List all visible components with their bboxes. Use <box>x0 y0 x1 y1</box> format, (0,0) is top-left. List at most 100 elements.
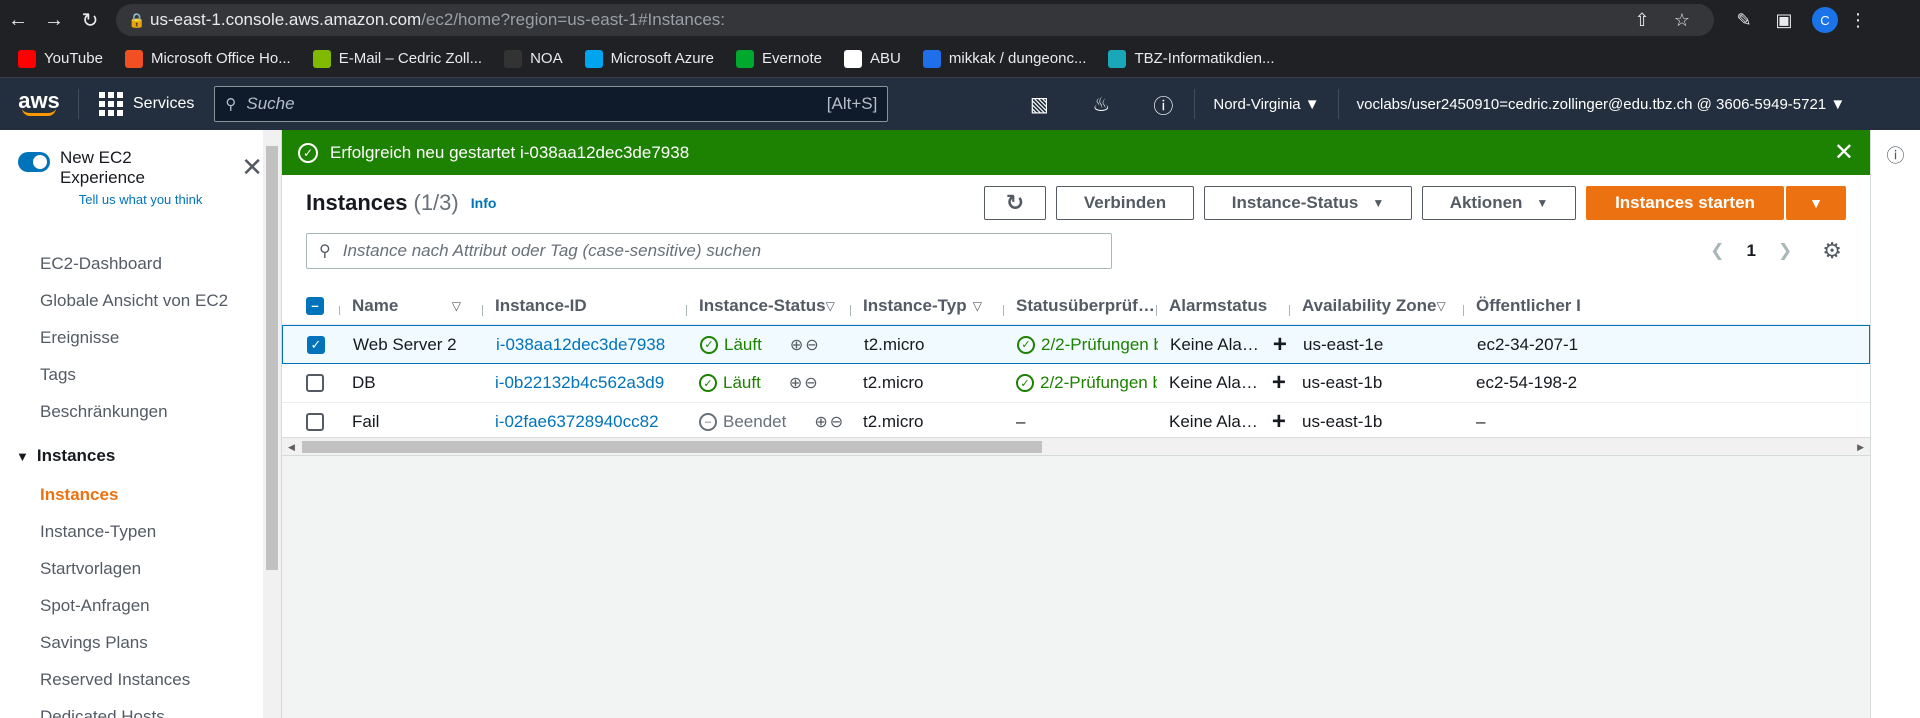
add-alarm-icon[interactable]: + <box>1272 408 1286 436</box>
zoom-icon[interactable]: ⊕⊖ <box>789 373 820 393</box>
row-checkbox[interactable] <box>306 374 324 392</box>
scrollbar-thumb[interactable] <box>266 146 278 570</box>
search-input[interactable]: ⚲ Suche [Alt+S] <box>214 86 889 122</box>
launch-instances-button[interactable]: Instances starten <box>1586 186 1784 220</box>
aws-logo[interactable]: aws <box>0 90 78 116</box>
filter-input[interactable]: ⚲ Instance nach Attribut oder Tag (case-… <box>306 233 1112 269</box>
sidebar-item[interactable]: Instance-Typen <box>0 513 281 550</box>
bookmarks-bar: YouTube Microsoft Office Ho... E-Mail – Ce… <box>0 40 1920 78</box>
instance-id-link[interactable]: i-0b22132b4c562a3d9 <box>495 373 664 393</box>
back-icon[interactable]: ← <box>0 2 36 38</box>
sidebar-scrollbar[interactable] <box>263 130 281 718</box>
sort-icon[interactable]: ▽ <box>452 299 461 313</box>
reload-icon[interactable]: ↻ <box>72 2 108 38</box>
region-selector[interactable]: Nord-Virginia ▼ <box>1195 96 1337 113</box>
help-icon[interactable]: ⓘ <box>1132 90 1194 119</box>
bookmark-favicon-icon <box>584 49 603 68</box>
check-circle-icon: ✓ <box>1017 335 1035 354</box>
sidebar-item[interactable]: Startvorlagen <box>0 550 281 587</box>
add-alarm-icon[interactable]: + <box>1273 331 1287 359</box>
launch-dropdown-button[interactable]: ▼ <box>1786 186 1846 220</box>
account-menu[interactable]: voclabs/user2450910=cedric.zollinger@edu… <box>1339 96 1864 113</box>
search-placeholder: Suche <box>246 94 295 113</box>
notifications-icon[interactable]: ♨ <box>1070 92 1132 117</box>
sidebar-item[interactable]: Savings Plans <box>0 624 281 661</box>
bookmark-item[interactable]: TBZ-Informatikdien... <box>1108 49 1275 68</box>
share-icon[interactable]: ⇧ <box>1622 10 1662 31</box>
sidebar-item[interactable]: Beschränkungen <box>0 393 281 430</box>
column-header[interactable]: Name ▽ <box>340 296 483 316</box>
page-number[interactable]: 1 <box>1747 241 1756 261</box>
cloudshell-icon[interactable]: ▧ <box>1008 92 1070 117</box>
table-row[interactable]: DB i-0b22132b4c562a3d9 ✓ Läuft ⊕⊖ t2.micro ✓ 2/… <box>282 364 1870 403</box>
info-icon[interactable]: ⓘ <box>1887 142 1905 718</box>
caret-down-icon: ▼ <box>1372 196 1385 210</box>
next-page-icon[interactable]: ❯ <box>1778 241 1792 261</box>
sidebar-item[interactable]: Reserved Instances <box>0 661 281 698</box>
bookmark-item[interactable]: ABU <box>844 49 901 68</box>
new-experience-toggle[interactable] <box>18 152 50 172</box>
status-check: ✓ 2/2-Prüfungen be <box>1017 335 1158 355</box>
grid-icon <box>99 92 123 116</box>
sidepanel-icon[interactable]: ▣ <box>1764 10 1804 31</box>
instance-id-link[interactable]: i-038aa12dec3de7938 <box>496 335 665 355</box>
bookmark-item[interactable]: Evernote <box>735 49 822 68</box>
sidebar-item[interactable]: Instances <box>0 476 281 513</box>
instance-id-link[interactable]: i-02fae63728940cc82 <box>495 412 659 432</box>
bookmark-item[interactable]: NOA <box>504 49 563 68</box>
menu-icon[interactable]: ⋮ <box>1838 10 1878 31</box>
star-icon[interactable]: ☆ <box>1662 10 1702 31</box>
dismiss-icon[interactable]: ✕ <box>1834 138 1854 167</box>
column-header[interactable]: Statusüberprüf… <box>1004 296 1157 316</box>
close-icon[interactable]: ✕ <box>241 154 263 207</box>
sidebar-item[interactable]: Globale Ansicht von EC2 <box>0 282 281 319</box>
column-header[interactable]: Instance-Typ ▽ <box>851 296 1004 316</box>
sidebar-item[interactable]: Dedicated Hosts <box>0 698 281 718</box>
zoom-icon[interactable]: ⊕⊖ <box>814 412 845 432</box>
connect-button[interactable]: Verbinden <box>1056 186 1194 220</box>
add-alarm-icon[interactable]: + <box>1272 369 1286 397</box>
column-header[interactable]: Öffentlicher I <box>1464 296 1664 316</box>
sidebar-item[interactable]: Tags <box>0 356 281 393</box>
bookmark-item[interactable]: Microsoft Azure <box>584 49 714 68</box>
column-header[interactable]: Alarmstatus <box>1157 296 1290 316</box>
profile-avatar[interactable]: C <box>1812 7 1838 33</box>
sort-icon[interactable]: ▽ <box>826 299 835 313</box>
scroll-left-icon[interactable]: ◀ <box>288 442 295 453</box>
sidebar-item[interactable]: Spot-Anfragen <box>0 587 281 624</box>
address-bar[interactable]: 🔒 us-east-1.console.aws.amazon.com/ec2/h… <box>116 4 1714 36</box>
zoom-icon[interactable]: ⊕⊖ <box>790 335 821 355</box>
sort-icon[interactable]: ▽ <box>1436 299 1445 313</box>
sidebar-section-instances[interactable]: ▼ Instances <box>0 430 281 476</box>
sort-icon[interactable]: ▽ <box>973 299 982 313</box>
previous-page-icon[interactable]: ❮ <box>1710 241 1724 261</box>
instance-status-dropdown[interactable]: Instance-Status ▼ <box>1204 186 1412 220</box>
table-row[interactable]: ✓ Web Server 2 i-038aa12dec3de7938 ✓ Läuft ⊕⊖… <box>282 325 1870 364</box>
bookmark-label: NOA <box>530 50 563 67</box>
column-header[interactable]: Instance-ID <box>483 296 687 316</box>
column-header[interactable]: Instance-Status ▽ <box>687 296 851 316</box>
row-checkbox[interactable]: ✓ <box>307 335 325 354</box>
bookmark-label: YouTube <box>44 50 103 67</box>
horizontal-scrollbar[interactable]: ◀ ▶ <box>282 437 1870 455</box>
bookmark-item[interactable]: mikkak / dungeonc... <box>922 49 1086 68</box>
refresh-button[interactable]: ↻ <box>984 186 1046 220</box>
column-header[interactable]: Availability Zone ▽ <box>1290 296 1464 316</box>
bookmark-item[interactable]: YouTube <box>18 49 103 68</box>
bookmark-item[interactable]: Microsoft Office Ho... <box>124 49 291 68</box>
forward-icon[interactable]: → <box>36 2 72 38</box>
select-all-checkbox[interactable]: – <box>306 296 324 315</box>
scrollbar-thumb[interactable] <box>302 441 1042 453</box>
row-checkbox[interactable] <box>306 413 324 431</box>
services-menu[interactable]: Services <box>79 92 214 116</box>
info-link[interactable]: Info <box>471 195 497 211</box>
gear-icon[interactable]: ⚙ <box>1822 238 1842 264</box>
sidebar-item[interactable]: EC2-Dashboard <box>0 245 281 282</box>
scroll-right-icon[interactable]: ▶ <box>1857 442 1864 453</box>
sidebar-item[interactable]: Ereignisse <box>0 319 281 356</box>
bookmark-item[interactable]: E-Mail – Cedric Zoll... <box>312 49 482 68</box>
feedback-link[interactable]: Tell us what you think <box>60 192 221 207</box>
availability-zone: us-east-1b <box>1302 412 1383 431</box>
actions-dropdown[interactable]: Aktionen ▼ <box>1422 186 1576 220</box>
extensions-icon[interactable]: ✎ <box>1724 10 1764 31</box>
